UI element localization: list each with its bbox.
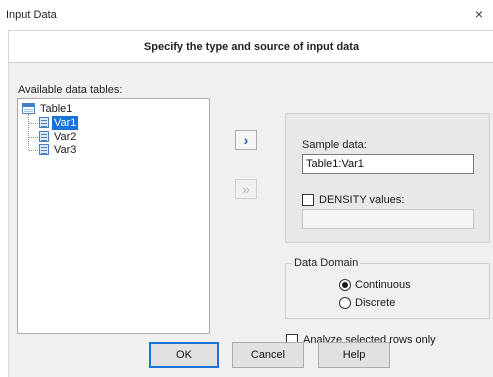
- tree-connector: [29, 137, 38, 138]
- ok-button[interactable]: OK: [149, 342, 219, 368]
- tree-node-var1[interactable]: Var1: [39, 116, 79, 130]
- table-icon: [22, 103, 35, 114]
- variable-icon: [39, 117, 49, 128]
- add-sample-button[interactable]: ›: [235, 130, 257, 150]
- tree-node-table1[interactable]: Table1: [22, 102, 74, 116]
- window-title: Input Data: [6, 9, 57, 21]
- variable-name: Var3: [54, 144, 77, 156]
- density-values-checkbox[interactable]: [302, 194, 314, 207]
- data-domain-group: Data Domain Continuous Discrete: [285, 257, 490, 319]
- input-data-dialog: Specify the type and source of input dat…: [8, 30, 493, 377]
- sample-data-label: Sample data:: [302, 139, 367, 151]
- help-button[interactable]: Help: [318, 342, 390, 368]
- double-chevron-right-icon: »: [242, 181, 250, 197]
- available-data-tables-label: Available data tables:: [18, 84, 123, 96]
- discrete-label: Discrete: [355, 297, 396, 310]
- density-values-option[interactable]: DENSITY values:: [302, 194, 405, 207]
- tree-connector: [28, 114, 29, 150]
- close-icon[interactable]: ×: [471, 6, 487, 22]
- cancel-button[interactable]: Cancel: [232, 342, 304, 368]
- discrete-radio[interactable]: [339, 297, 351, 310]
- continuous-radio[interactable]: [339, 279, 351, 292]
- density-values-field[interactable]: [302, 209, 474, 229]
- tree-node-var3[interactable]: Var3: [39, 143, 78, 157]
- tree-connector: [29, 123, 38, 124]
- tree-node-var2[interactable]: Var2: [39, 130, 78, 144]
- variable-name: Var1: [52, 116, 79, 130]
- tree-connector: [29, 150, 38, 151]
- discrete-option[interactable]: Discrete: [339, 297, 396, 310]
- sample-data-field[interactable]: Table1:Var1: [302, 154, 474, 174]
- title-bar: Input Data ×: [0, 0, 493, 30]
- add-density-button[interactable]: »: [235, 179, 257, 199]
- density-values-label: DENSITY values:: [319, 194, 405, 207]
- dialog-header: Specify the type and source of input dat…: [9, 31, 493, 63]
- chevron-right-icon: ›: [243, 132, 249, 148]
- dialog-heading: Specify the type and source of input dat…: [143, 41, 360, 53]
- continuous-option[interactable]: Continuous: [339, 279, 411, 292]
- table-name: Table1: [40, 103, 73, 115]
- data-domain-legend: Data Domain: [292, 257, 361, 269]
- continuous-label: Continuous: [355, 279, 411, 292]
- sample-data-panel: Sample data: Table1:Var1 DENSITY values:: [285, 113, 490, 243]
- variable-icon: [39, 131, 49, 142]
- data-tables-tree[interactable]: Table1 Var1 Var2 Var3: [17, 98, 210, 334]
- variable-icon: [39, 144, 49, 155]
- variable-name: Var2: [54, 131, 77, 143]
